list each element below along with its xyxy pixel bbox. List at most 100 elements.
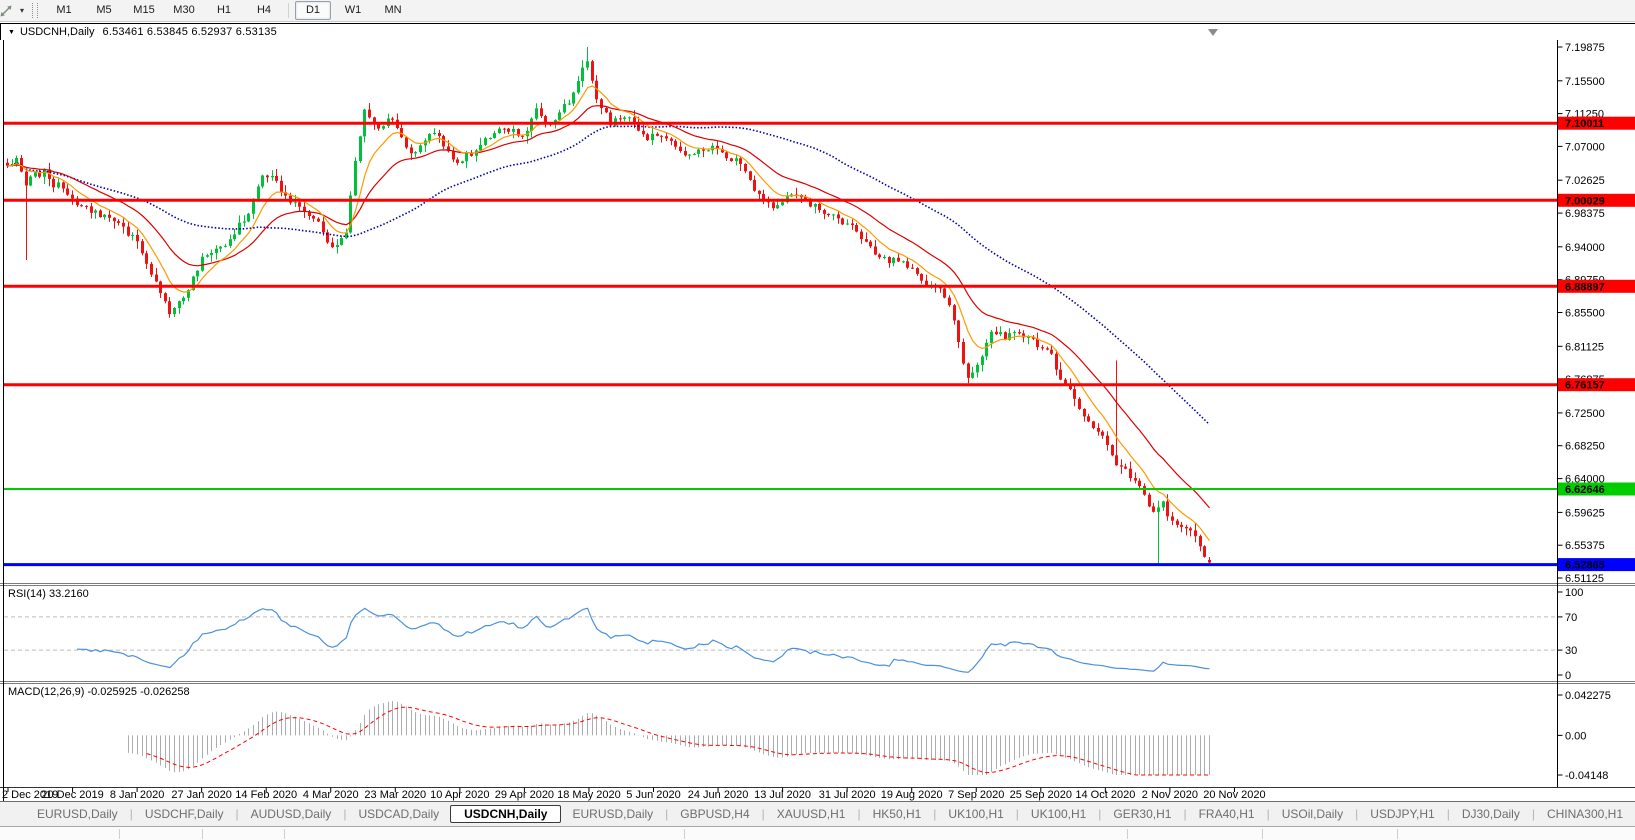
rsi-tick-label: 100 [1565,587,1583,599]
moving-average-8-line [8,86,1210,541]
period-button-d1[interactable]: D1 [295,1,331,20]
price-axis[interactable]: 7.198757.155007.112507.070007.026256.983… [1558,42,1635,782]
chart-tab-xauusd-h1[interactable]: XAUUSD,H1 [766,806,857,822]
price-tick-label: 7.15500 [1565,76,1605,88]
price-level-badge-label: 6.76157 [1565,380,1605,392]
rsi-pane[interactable] [4,608,1558,672]
price-level-badge-label: 6.62646 [1565,484,1605,496]
chart-canvas[interactable]: 7.198757.155007.112507.070007.026256.983… [0,40,1635,801]
chart-shift-marker[interactable] [1208,29,1218,36]
price-tick-label: 6.94000 [1565,242,1605,254]
price-level-badge-label: 6.52865 [1565,560,1605,572]
statusbar-separator [1127,829,1128,839]
rsi-label: RSI(14) 33.2160 [8,588,89,600]
chart-tab-usoil-daily[interactable]: USOil,Daily [1271,806,1354,822]
chart-tab-dj30-daily[interactable]: DJ30,Daily [1451,806,1531,822]
price-level-badge-label: 6.88897 [1565,281,1605,293]
date-label: 10 Apr 2020 [430,789,489,801]
date-label: 20 Nov 2020 [1203,789,1265,801]
period-button-h4[interactable]: H4 [246,1,282,20]
period-button-mn[interactable]: MN [375,1,411,20]
chart-tab-audusd-daily[interactable]: AUDUSD,Daily [240,806,343,822]
chart-cursor-icon[interactable] [0,3,16,19]
horizontal-levels [4,123,1558,564]
chart-titlebar: ▼ USDCNH,Daily 6.53461 6.53845 6.52937 6… [0,23,1635,40]
period-button-m15[interactable]: M15 [126,1,162,20]
price-tick-label: 6.55375 [1565,540,1605,552]
chart-tab-uk100-h1[interactable]: UK100,H1 [937,806,1014,822]
chart-tab-usdjpy-h1[interactable]: USDJPY,H1 [1359,806,1445,822]
date-label: 4 Mar 2020 [303,789,359,801]
chart-tab-usdcad-daily[interactable]: USDCAD,Daily [347,806,450,822]
price-tick-label: 6.85500 [1565,308,1605,320]
date-label: 23 Mar 2020 [364,789,426,801]
chart-tab-usdcnh-daily[interactable]: USDCNH,Daily [450,805,561,823]
period-button-m5[interactable]: M5 [86,1,122,20]
date-label: 27 Jan 2020 [171,789,232,801]
period-button-m1[interactable]: M1 [46,1,82,20]
price-tick-label: 7.02625 [1565,175,1605,187]
price-level-badge-label: 7.10011 [1565,118,1604,130]
macd-label: MACD(12,26,9) -0.025925 -0.026258 [8,686,190,698]
chart-tab-usdchf-daily[interactable]: USDCHF,Daily [134,806,235,822]
chart-tab-hk50-h1[interactable]: HK50,H1 [862,806,933,822]
pane-borders [0,40,1635,801]
toolbar-dropdown-icon[interactable]: ▾ [16,6,28,15]
chart-tabs: EURUSD,Daily|USDCHF,Daily|AUDUSD,Daily|U… [26,805,1635,823]
date-label: 20 Dec 2019 [41,789,103,801]
date-label: 8 Jan 2020 [110,789,164,801]
price-tick-label: 6.68250 [1565,441,1605,453]
statusbar-separator [284,829,285,839]
chart-tab-fra40-h1[interactable]: FRA40,H1 [1188,806,1266,822]
chart-tab-china300-h1[interactable]: CHINA300,H1 [1536,806,1634,822]
price-tick-label: 6.98375 [1565,208,1605,220]
statusbar-separator [1397,829,1398,839]
date-label: 19 Aug 2020 [881,789,943,801]
collapse-indicator-icon[interactable]: ▼ [8,29,15,36]
chart-tab-gbpusd-h4[interactable]: GBPUSD,H4 [669,806,760,822]
date-label: 29 Apr 2020 [495,789,554,801]
macd-tick-label: -0.04148 [1565,770,1608,782]
timeframe-toolbar: ▾ M1M5M15M30H1H4 D1W1MN [0,0,1635,22]
status-bar [0,826,1635,840]
rsi-tick-label: 70 [1565,612,1577,624]
statusbar-separator [1262,829,1263,839]
period-button-w1[interactable]: W1 [335,1,371,20]
moving-average-55-line [8,126,1210,424]
price-tick-label: 6.72500 [1565,408,1605,420]
toolbar-separator [288,3,289,18]
date-label: 7 Sep 2020 [948,789,1004,801]
date-label: 18 May 2020 [557,789,621,801]
period-button-m30[interactable]: M30 [166,1,202,20]
period-button-h1[interactable]: H1 [206,1,242,20]
statusbar-separator [684,829,685,839]
toolbar-grip-handle[interactable] [32,3,38,18]
statusbar-separator [202,829,203,839]
macd-tick-label: 0.00 [1565,730,1586,742]
chart-ohlc-readout: 6.53461 6.53845 6.52937 6.53135 [103,26,277,38]
price-tick-label: 6.81125 [1565,341,1604,353]
date-label: 14 Feb 2020 [235,789,297,801]
chart-symbol-period: USDCNH,Daily [20,26,95,38]
period-buttons-group: M1M5M15M30H1H4 D1W1MN [44,0,413,22]
date-axis[interactable]: 2 Dec 201920 Dec 20198 Jan 202027 Jan 20… [2,788,1266,802]
rsi-tick-label: 30 [1565,645,1577,657]
price-tick-label: 6.59625 [1565,507,1605,519]
macd-pane[interactable] [129,701,1210,775]
macd-tick-label: 0.042275 [1565,690,1611,702]
price-tick-label: 7.07000 [1565,141,1605,153]
rsi-tick-label: 0 [1565,670,1571,682]
rsi-line [77,608,1209,672]
date-label: 25 Sep 2020 [1010,789,1072,801]
macd-signal-line [147,707,1210,775]
price-tick-label: 7.19875 [1565,42,1605,54]
chart-tabbar: EURUSD,Daily|USDCHF,Daily|AUDUSD,Daily|U… [0,801,1635,826]
date-label: 24 Jun 2020 [688,789,749,801]
chart-tab-ger30-h1[interactable]: GER30,H1 [1102,806,1182,822]
chart-tab-eurusd-daily[interactable]: EURUSD,Daily [561,806,664,822]
date-label: 5 Jun 2020 [626,789,680,801]
date-label: 13 Jul 2020 [754,789,811,801]
chart-tab-eurusd-daily[interactable]: EURUSD,Daily [26,806,129,822]
price-level-badge-label: 7.00029 [1565,195,1605,207]
chart-tab-uk100-h1[interactable]: UK100,H1 [1020,806,1097,822]
